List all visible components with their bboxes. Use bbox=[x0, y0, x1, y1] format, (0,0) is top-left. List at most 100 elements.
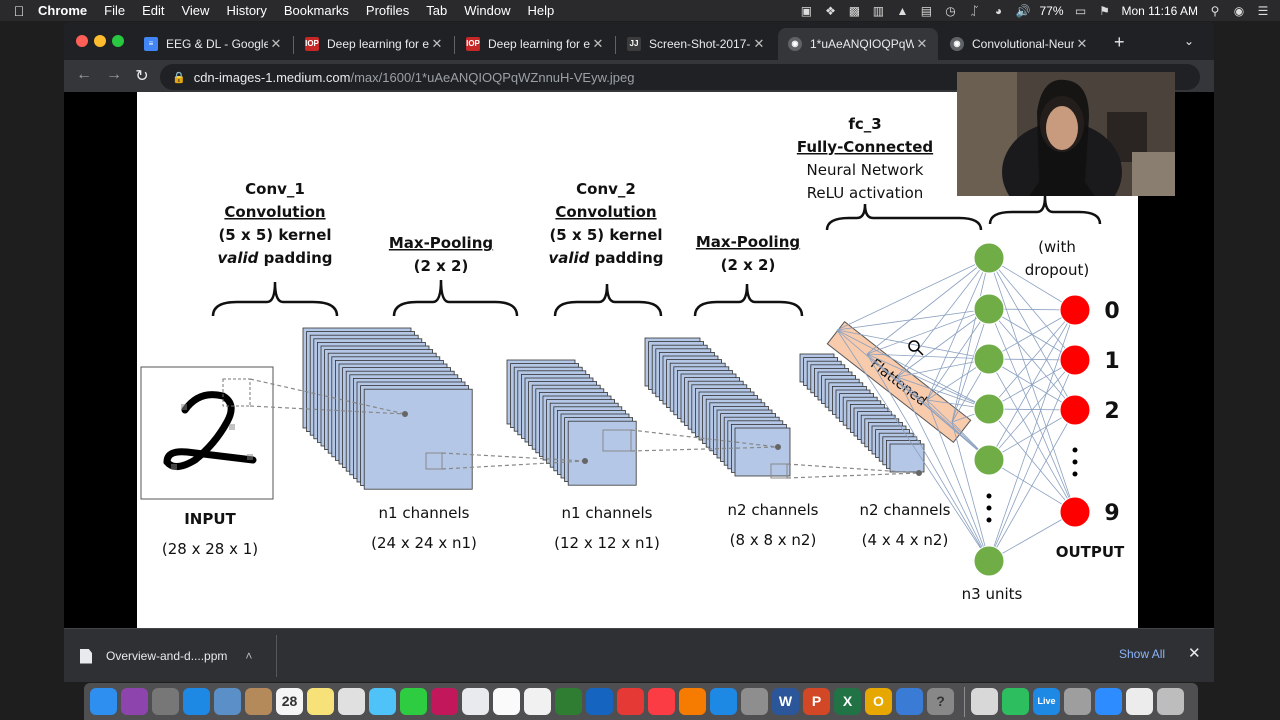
feature-map-stack-1 bbox=[302, 327, 473, 490]
status-app-icon[interactable]: ▣ bbox=[799, 4, 813, 18]
books-icon[interactable] bbox=[679, 688, 706, 715]
status-archive-icon[interactable]: ▤ bbox=[919, 4, 933, 18]
menu-edit[interactable]: Edit bbox=[142, 3, 164, 18]
menu-window[interactable]: Window bbox=[464, 3, 510, 18]
evernote-icon[interactable] bbox=[1002, 688, 1029, 715]
lock-icon[interactable]: 🔒 bbox=[172, 71, 186, 84]
notification-center-icon[interactable]: ☰ bbox=[1256, 4, 1270, 18]
spotlight-search-icon[interactable]: ⚲ bbox=[1208, 4, 1222, 18]
keynote-icon[interactable] bbox=[524, 688, 551, 715]
status-window-icon[interactable]: ▥ bbox=[871, 4, 885, 18]
app-store-icon[interactable] bbox=[710, 688, 737, 715]
hidden-node-5 bbox=[973, 545, 1005, 577]
world-icon[interactable] bbox=[896, 688, 923, 715]
live-icon[interactable]: Live bbox=[1033, 688, 1060, 715]
tab-strip: ≡ EEG & DL - Google I ✕ IOP Deep learnin… bbox=[64, 22, 1214, 60]
apple-menu-icon[interactable]:  bbox=[0, 3, 38, 19]
music-icon[interactable] bbox=[648, 688, 675, 715]
finder-icon[interactable] bbox=[90, 688, 117, 715]
photo-booth-icon[interactable] bbox=[431, 688, 458, 715]
trash-icon[interactable] bbox=[1157, 688, 1184, 715]
excel-icon[interactable]: X bbox=[834, 688, 861, 715]
keynote-podium-icon[interactable] bbox=[586, 688, 613, 715]
dropbox-icon[interactable]: ❖ bbox=[823, 4, 837, 18]
wifi-icon[interactable]: ◕ bbox=[991, 4, 1005, 18]
numbers-icon[interactable] bbox=[555, 688, 582, 715]
close-downloads-icon[interactable]: ✕ bbox=[1188, 644, 1201, 662]
powerpoint-icon[interactable]: P bbox=[803, 688, 830, 715]
menu-help[interactable]: Help bbox=[528, 3, 555, 18]
preview-icon[interactable] bbox=[214, 688, 241, 715]
tab-active-image[interactable]: ◉ 1*uAeANQIOQPqWZ ✕ bbox=[778, 28, 938, 60]
word-icon[interactable]: W bbox=[772, 688, 799, 715]
stage3-label: n2 channels bbox=[728, 501, 819, 519]
bluetooth-icon[interactable]: ᛢ bbox=[967, 4, 981, 18]
outlook-icon[interactable]: O bbox=[865, 688, 892, 715]
menu-app-name[interactable]: Chrome bbox=[38, 3, 87, 18]
photos-app-icon[interactable] bbox=[338, 688, 365, 715]
messages-icon[interactable] bbox=[369, 688, 396, 715]
system-preferences-icon[interactable] bbox=[741, 688, 768, 715]
back-arrow-icon[interactable]: ← bbox=[74, 66, 94, 84]
webcam-overlay bbox=[957, 72, 1175, 196]
new-tab-plus-icon[interactable]: + bbox=[1114, 32, 1125, 53]
status-drive-icon[interactable]: ▲ bbox=[895, 4, 909, 18]
close-window-button[interactable] bbox=[76, 35, 88, 47]
folder-icon[interactable] bbox=[971, 688, 998, 715]
downloads-bar: Overview-and-d....ppm ˄ Show All ✕ bbox=[64, 628, 1214, 682]
output-label-1: 1 bbox=[1104, 349, 1119, 374]
reload-icon[interactable]: ↻ bbox=[132, 66, 152, 86]
calendar-icon[interactable]: 28 bbox=[276, 688, 303, 715]
chevron-up-icon[interactable]: ˄ bbox=[245, 649, 252, 663]
tab-convolutional[interactable]: ◉ Convolutional-Neura ✕ bbox=[940, 28, 1098, 60]
flag-icon[interactable]: ⚑ bbox=[1098, 4, 1112, 18]
menu-file[interactable]: File bbox=[104, 3, 125, 18]
tab-eeg-dl[interactable]: ≡ EEG & DL - Google I ✕ bbox=[134, 28, 292, 60]
iop-icon: IOP bbox=[466, 37, 480, 51]
zoom-icon[interactable] bbox=[1095, 688, 1122, 715]
time-machine-icon[interactable]: ◷ bbox=[943, 4, 957, 18]
menu-tab[interactable]: Tab bbox=[426, 3, 447, 18]
zoom-window-button[interactable] bbox=[112, 35, 124, 47]
menu-view[interactable]: View bbox=[181, 3, 209, 18]
menu-bookmarks[interactable]: Bookmarks bbox=[284, 3, 349, 18]
close-tab-icon[interactable]: ✕ bbox=[268, 36, 284, 52]
tab-search-chevron-icon[interactable]: ⌄ bbox=[1184, 34, 1194, 48]
no-entry-icon[interactable] bbox=[617, 688, 644, 715]
tab-deep-learning-1[interactable]: IOP Deep learning for ele ✕ bbox=[295, 28, 453, 60]
close-tab-icon[interactable]: ✕ bbox=[429, 36, 445, 52]
document-icon[interactable] bbox=[1126, 688, 1153, 715]
siri-icon[interactable] bbox=[121, 688, 148, 715]
scanner-icon[interactable] bbox=[1064, 688, 1091, 715]
fc3-line1: Neural Network bbox=[807, 161, 924, 179]
notes-icon[interactable] bbox=[307, 688, 334, 715]
launchpad-icon[interactable] bbox=[152, 688, 179, 715]
photos-icon[interactable] bbox=[493, 688, 520, 715]
status-b-icon[interactable]: ▩ bbox=[847, 4, 861, 18]
battery-icon[interactable]: ▭ bbox=[1074, 4, 1088, 18]
menu-history[interactable]: History bbox=[226, 3, 266, 18]
battery-percent[interactable]: 77% bbox=[1039, 4, 1063, 18]
minimize-window-button[interactable] bbox=[94, 35, 106, 47]
chrome-icon[interactable] bbox=[462, 688, 489, 715]
show-all-link[interactable]: Show All bbox=[1119, 647, 1165, 661]
close-tab-icon[interactable]: ✕ bbox=[1074, 36, 1090, 52]
facetime-icon[interactable] bbox=[400, 688, 427, 715]
contacts-icon[interactable] bbox=[245, 688, 272, 715]
volume-icon[interactable]: 🔊 bbox=[1015, 4, 1030, 18]
stage4-label: n2 channels bbox=[860, 501, 951, 519]
conv1-name: Conv_1 bbox=[245, 180, 305, 198]
safari-icon[interactable] bbox=[183, 688, 210, 715]
tab-screenshot[interactable]: JJ Screen-Shot-2017-( ✕ bbox=[617, 28, 775, 60]
siri-menu-icon[interactable]: ◉ bbox=[1232, 4, 1246, 18]
forward-arrow-icon[interactable]: → bbox=[104, 66, 124, 84]
close-tab-icon[interactable]: ✕ bbox=[590, 36, 606, 52]
pool2-size: (2 x 2) bbox=[721, 256, 776, 274]
tab-deep-learning-2[interactable]: IOP Deep learning for ele ✕ bbox=[456, 28, 614, 60]
close-tab-icon[interactable]: ✕ bbox=[751, 36, 767, 52]
menu-clock[interactable]: Mon 11:16 AM bbox=[1122, 4, 1199, 18]
help-icon[interactable]: ? bbox=[927, 688, 954, 715]
menu-profiles[interactable]: Profiles bbox=[366, 3, 409, 18]
download-item[interactable]: Overview-and-d....ppm ˄ bbox=[80, 639, 252, 673]
close-tab-icon[interactable]: ✕ bbox=[914, 36, 930, 52]
